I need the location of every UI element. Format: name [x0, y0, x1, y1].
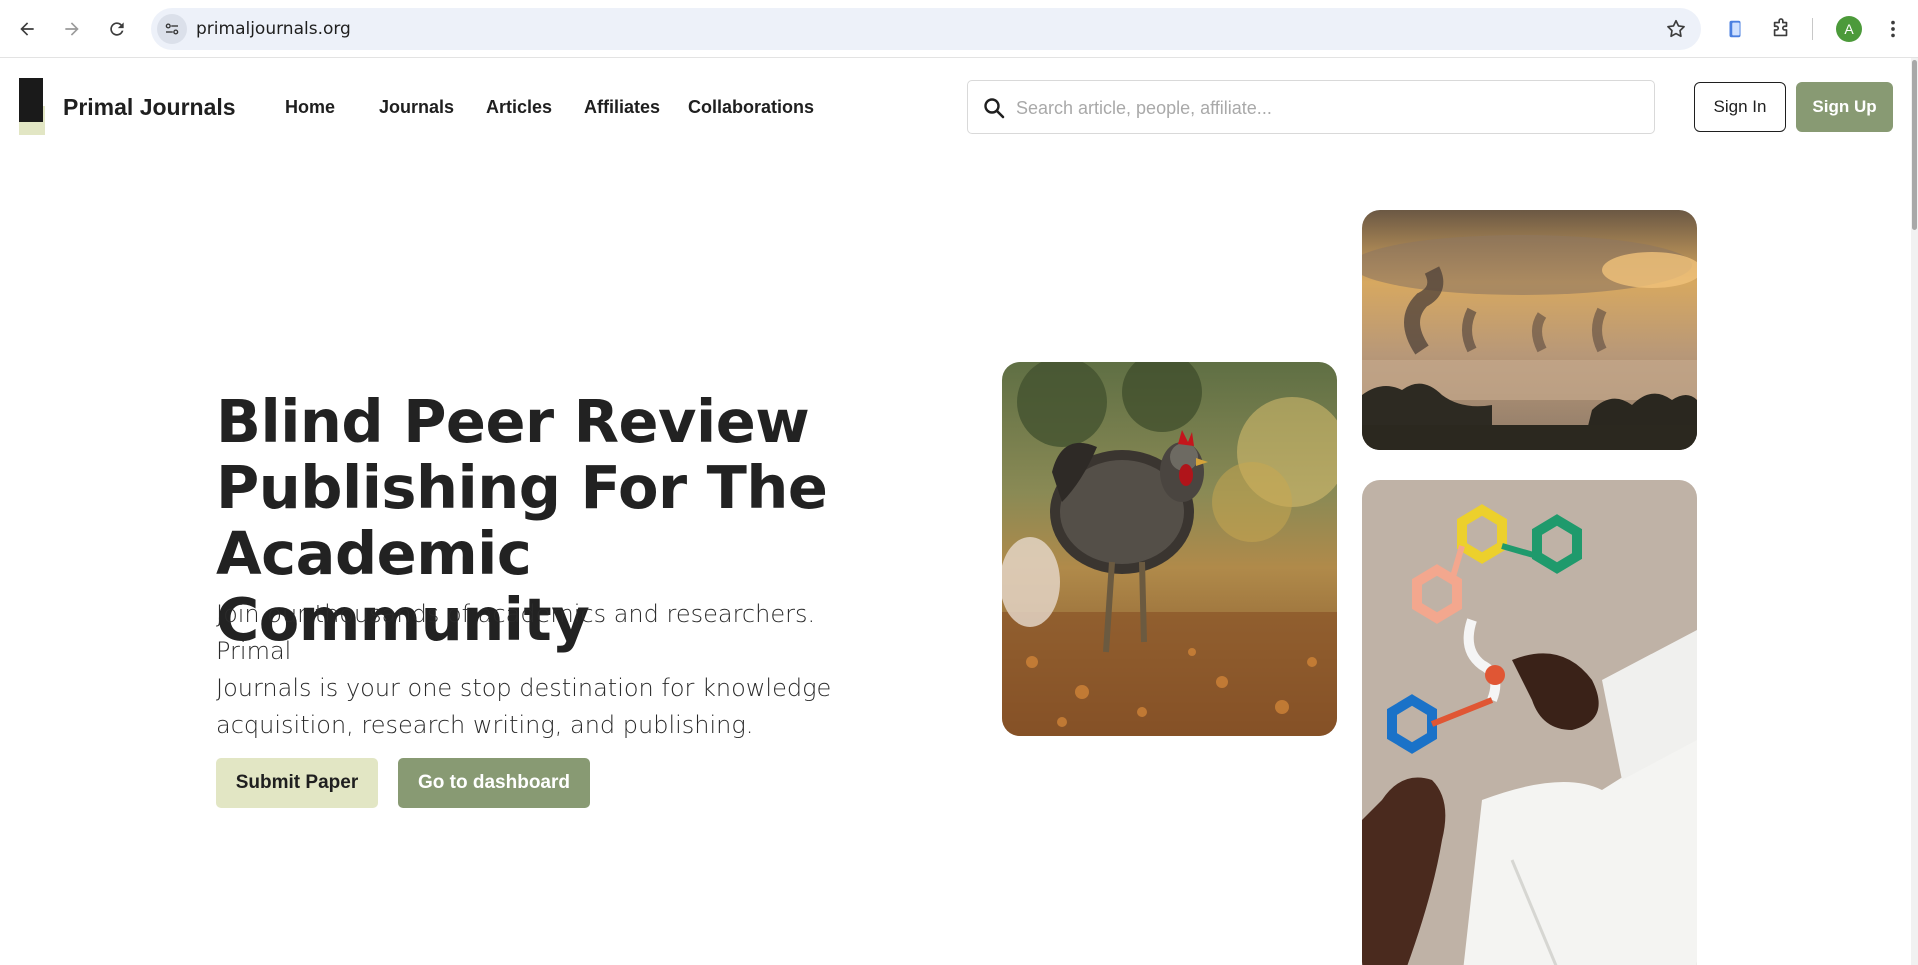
back-button[interactable] [12, 14, 42, 44]
toolbar-divider [1812, 18, 1813, 40]
hero-subtitle-line-1: Join our thousands of academics and rese… [216, 600, 816, 665]
page-scrollbar-thumb[interactable] [1912, 60, 1917, 230]
brand-name[interactable]: Primal Journals [63, 94, 236, 121]
molecule-photo [1362, 480, 1697, 965]
nav-home[interactable]: Home [285, 97, 335, 118]
sign-in-button[interactable]: Sign In [1694, 82, 1786, 132]
profile-avatar[interactable]: A [1836, 16, 1862, 42]
hero-title-line-1: Blind Peer Review [216, 387, 810, 456]
factory-photo [1362, 210, 1697, 450]
rooster-photo [1002, 362, 1337, 736]
hero-subtitle: Join our thousands of academics and rese… [216, 596, 876, 744]
nav-affiliates[interactable]: Affiliates [584, 97, 660, 118]
url-text[interactable]: primaljournals.org [196, 19, 351, 39]
address-bar[interactable]: primaljournals.org [151, 8, 1701, 50]
arrow-left-icon [20, 22, 34, 36]
nav-journals[interactable]: Journals [379, 97, 454, 118]
browser-toolbar: primaljournals.org A [0, 0, 1918, 58]
site-logo[interactable] [19, 78, 45, 135]
search-icon [984, 98, 1005, 119]
hero-title-line-2: Publishing For The [216, 453, 828, 522]
extension-icon[interactable] [1722, 16, 1748, 42]
bookmark-star-icon[interactable] [1665, 18, 1687, 40]
arrow-right-icon [65, 22, 79, 36]
search-input[interactable] [1016, 93, 1636, 123]
nav-collaborations[interactable]: Collaborations [688, 97, 814, 118]
hero-subtitle-line-3: acquisition, research writing, and publi… [216, 711, 754, 739]
submit-paper-button[interactable]: Submit Paper [216, 758, 378, 808]
kebab-menu-icon[interactable] [1880, 16, 1906, 42]
sign-up-button[interactable]: Sign Up [1796, 82, 1893, 132]
site-info-icon[interactable] [157, 14, 187, 44]
reload-icon [110, 22, 124, 36]
puzzle-extensions-icon[interactable] [1768, 16, 1794, 42]
forward-button[interactable] [57, 14, 87, 44]
nav-articles[interactable]: Articles [486, 97, 552, 118]
site-search[interactable] [967, 80, 1655, 134]
hero-subtitle-line-2: Journals is your one stop destination fo… [216, 674, 832, 702]
go-to-dashboard-button[interactable]: Go to dashboard [398, 758, 590, 808]
reload-button[interactable] [102, 14, 132, 44]
